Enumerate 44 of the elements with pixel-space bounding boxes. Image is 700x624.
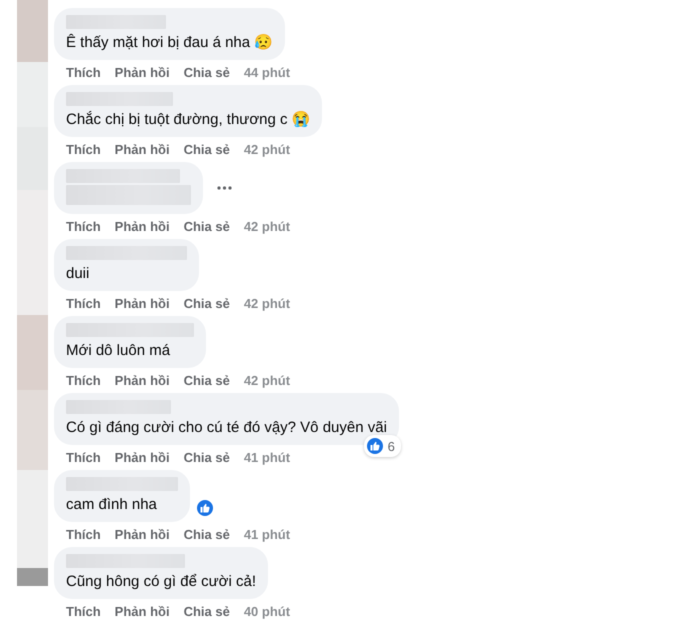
action-link[interactable]: Phản hồi — [114, 450, 170, 465]
like-icon — [364, 436, 385, 456]
action-link[interactable]: Thích — [66, 450, 101, 465]
comment-time[interactable]: 42 phút — [244, 142, 290, 157]
action-link[interactable]: Chia sẻ — [184, 219, 230, 234]
action-link[interactable]: Chia sẻ — [184, 527, 230, 542]
action-link[interactable]: Phản hồi — [114, 219, 170, 234]
action-link[interactable]: Thích — [66, 219, 101, 234]
action-link[interactable]: Phản hồi — [114, 296, 170, 311]
comment-time[interactable]: 41 phút — [244, 450, 290, 465]
comment-text: duii — [66, 265, 90, 283]
reaction-badge[interactable] — [195, 498, 215, 518]
action-link[interactable]: Thích — [66, 142, 101, 157]
action-link[interactable]: Chia sẻ — [184, 65, 230, 80]
action-link[interactable]: Chia sẻ — [184, 373, 230, 388]
reaction-badge[interactable]: 6 — [364, 435, 401, 457]
action-link[interactable]: Thích — [66, 527, 101, 542]
action-link[interactable]: Phản hồi — [114, 604, 170, 619]
action-link[interactable]: Chia sẻ — [184, 450, 230, 465]
action-link[interactable]: Thích — [66, 65, 101, 80]
action-link[interactable]: Chia sẻ — [184, 604, 230, 619]
comment-text: Cũng hông có gì để cười cả! — [66, 573, 256, 591]
action-link[interactable]: Phản hồi — [114, 373, 170, 388]
comment-text: Chắc chị bị tuột đường, thương c 😭 — [66, 111, 310, 129]
action-link[interactable]: Chia sẻ — [184, 142, 230, 157]
comment-time[interactable]: 42 phút — [244, 296, 290, 311]
action-link[interactable]: Thích — [66, 604, 101, 619]
comment-text: Ê thấy mặt hơi bị đau á nha 😥 — [66, 34, 273, 52]
action-link[interactable]: Phản hồi — [114, 65, 170, 80]
comment-time[interactable]: 44 phút — [244, 65, 290, 80]
comment-text: Mới dô luôn má — [66, 342, 170, 360]
comment-text: cam đình nha — [66, 496, 157, 514]
comment-time[interactable]: 42 phút — [244, 373, 290, 388]
comment-time[interactable]: 41 phút — [244, 527, 290, 542]
action-link[interactable]: Phản hồi — [114, 527, 170, 542]
more-options-icon[interactable] — [217, 186, 232, 190]
action-link[interactable]: Chia sẻ — [184, 296, 230, 311]
action-link[interactable]: Thích — [66, 373, 101, 388]
comment-time[interactable]: 42 phút — [244, 219, 290, 234]
comment-time[interactable]: 40 phút — [244, 604, 290, 619]
action-link[interactable]: Thích — [66, 296, 101, 311]
action-link[interactable]: Phản hồi — [114, 142, 170, 157]
comment-text: Có gì đáng cười cho cú té đó vậy? Vô duyên vãi — [66, 419, 387, 437]
like-icon — [195, 498, 215, 518]
